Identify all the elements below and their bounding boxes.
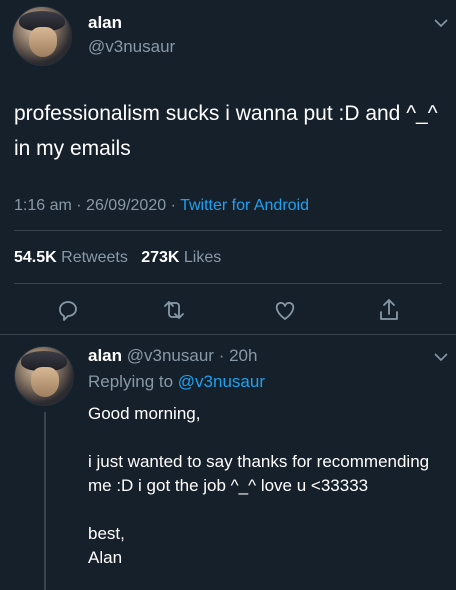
meta-separator: ·	[170, 197, 181, 214]
tweet-source-link[interactable]: Twitter for Android	[180, 197, 309, 214]
avatar-face	[29, 27, 57, 57]
reply-spacer	[88, 426, 448, 450]
divider	[14, 283, 442, 284]
reply-header: alan @v3nusaur · 20h	[88, 346, 257, 366]
reply-author-name[interactable]: alan	[88, 346, 122, 365]
reply-line: Good morning,	[88, 404, 201, 423]
reply-line: best,	[88, 524, 125, 543]
avatar[interactable]	[14, 346, 74, 406]
author-handle[interactable]: @v3nusaur	[88, 37, 175, 57]
likes-label[interactable]: Likes	[184, 249, 221, 266]
replying-to: Replying to @v3nusaur	[88, 372, 265, 392]
avatar[interactable]	[12, 6, 72, 66]
likes-count[interactable]: 273K	[141, 249, 179, 266]
heart-icon[interactable]	[271, 296, 299, 324]
meta-separator: ·	[76, 197, 87, 214]
tweet-date: 26/09/2020	[86, 197, 167, 214]
retweet-icon[interactable]	[160, 296, 188, 324]
share-icon[interactable]	[375, 296, 403, 324]
meta-separator: ·	[213, 346, 230, 365]
avatar-face	[31, 367, 59, 397]
reply-icon[interactable]	[54, 296, 82, 324]
chevron-down-icon[interactable]	[432, 14, 450, 32]
divider	[0, 334, 456, 335]
reply-spacer	[88, 498, 448, 522]
retweets-label[interactable]: Retweets	[61, 249, 128, 266]
tweet-time: 1:16 am	[14, 197, 72, 214]
tweet-stats: 54.5K Retweets 273K Likes	[14, 249, 221, 267]
replying-handle-link[interactable]: @v3nusaur	[178, 372, 265, 391]
replying-prefix: Replying to	[88, 372, 174, 391]
reply-age[interactable]: 20h	[229, 346, 257, 365]
thread-line	[44, 412, 46, 590]
tweet-meta: 1:16 am · 26/09/2020 · Twitter for Andro…	[14, 197, 309, 215]
reply-author-handle[interactable]: @v3nusaur	[127, 346, 214, 365]
reply-line: Alan	[88, 548, 123, 567]
chevron-down-icon[interactable]	[432, 348, 450, 366]
reply-line: i just wanted to say thanks for recommen…	[88, 452, 430, 495]
reply-text: Good morning, i just wanted to say thank…	[88, 402, 448, 570]
divider	[14, 230, 442, 231]
tweet-text: professionalism sucks i wanna put :D and…	[14, 102, 438, 160]
retweets-count[interactable]: 54.5K	[14, 249, 57, 266]
author-name[interactable]: alan	[88, 13, 122, 33]
